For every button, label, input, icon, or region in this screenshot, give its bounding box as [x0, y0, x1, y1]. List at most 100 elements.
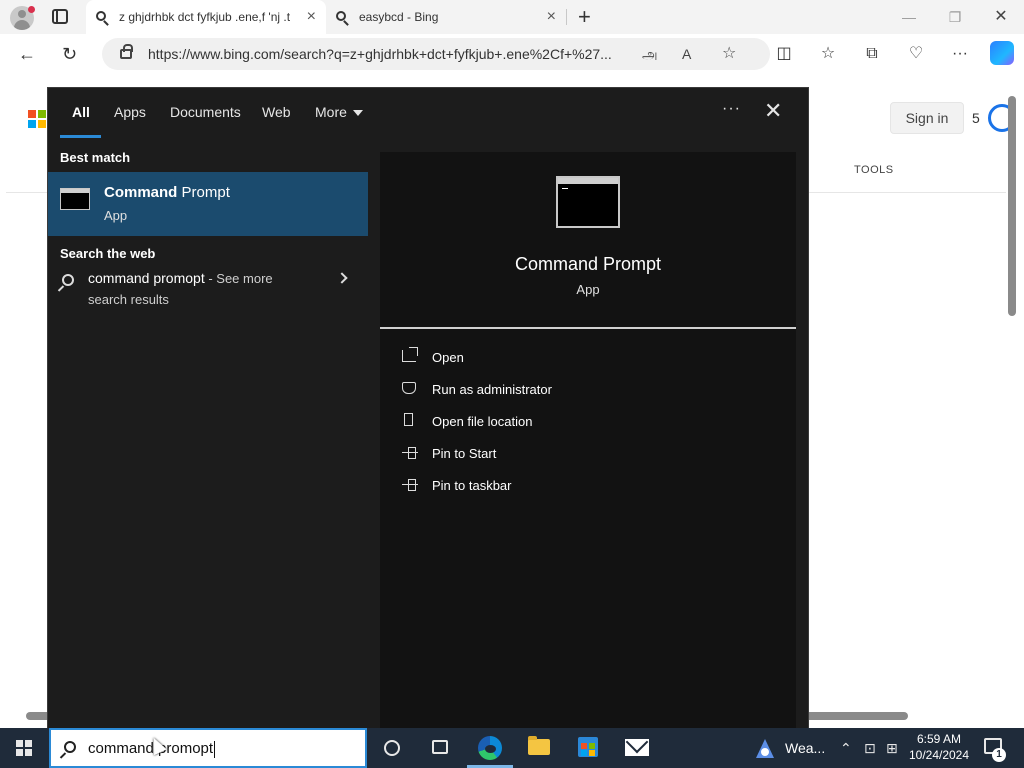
filter-all[interactable]: All: [72, 104, 90, 120]
tab-close-button[interactable]: ×: [547, 0, 556, 34]
action-label: Pin to taskbar: [432, 478, 512, 493]
taskbar-clock[interactable]: 6:59 AM 10/24/2024: [902, 731, 976, 763]
microsoft-store-icon[interactable]: [578, 737, 598, 757]
action-pin-to-taskbar[interactable]: Pin to taskbar: [400, 474, 780, 498]
copilot-icon[interactable]: [990, 41, 1014, 65]
restore-icon[interactable]: ❐: [932, 0, 978, 34]
more-options-icon[interactable]: ···: [722, 100, 741, 118]
web-search-result[interactable]: command promopt - See more search result…: [48, 268, 368, 318]
address-bar-row: ← ↻ https://www.bing.com/search?q=z+ghjd…: [0, 34, 1024, 74]
translate-icon[interactable]: அ: [642, 38, 658, 70]
action-label: Open: [432, 350, 464, 365]
filter-documents[interactable]: Documents: [170, 104, 241, 120]
open-icon: [402, 347, 418, 362]
settings-more-icon[interactable]: ···: [948, 42, 972, 66]
file-icon: [404, 413, 413, 426]
lock-icon[interactable]: [120, 44, 133, 59]
search-icon: [62, 274, 74, 286]
command-prompt-large-icon: [556, 176, 620, 228]
profile-notification-dot: [28, 6, 35, 13]
sign-in-button[interactable]: Sign in: [890, 102, 964, 134]
task-view-icon[interactable]: [432, 740, 448, 754]
clock-time: 6:59 AM: [916, 732, 962, 746]
edge-browser-icon[interactable]: [478, 736, 502, 760]
favorite-star-icon[interactable]: ☆: [722, 38, 736, 70]
windows-search-panel: All Apps Documents Web More ··· ✕ Best m…: [48, 88, 808, 728]
windows-start-icon[interactable]: [16, 740, 32, 756]
chevron-right-icon[interactable]: [336, 272, 348, 284]
scrollbar-thumb[interactable]: [1008, 96, 1016, 316]
shield-icon: [402, 382, 416, 394]
collections-icon[interactable]: ⧉: [860, 42, 884, 66]
close-window-icon[interactable]: ✕: [978, 0, 1024, 34]
network-icon[interactable]: ⊡: [864, 738, 876, 758]
taskbar-search-input[interactable]: command promopt: [49, 728, 367, 768]
command-prompt-icon: [60, 188, 90, 210]
divider: [380, 327, 796, 329]
search-icon: [64, 741, 76, 753]
rewards-points: 5: [972, 110, 980, 126]
search-icon: [336, 11, 346, 21]
file-explorer-icon[interactable]: [528, 736, 550, 755]
tab-inactive[interactable]: easybcd - Bing ×: [326, 0, 566, 34]
search-icon: [96, 11, 106, 21]
vertical-scrollbar[interactable]: [1006, 82, 1018, 702]
web-query: command promopt - See more: [88, 270, 273, 286]
action-run-as-admin[interactable]: Run as administrator: [400, 378, 780, 402]
chevron-down-icon: [352, 110, 363, 117]
tools-tab[interactable]: TOOLS: [854, 164, 894, 176]
clock-date: 10/24/2024: [908, 748, 970, 762]
best-match-command-prompt[interactable]: Command Prompt App: [48, 172, 368, 236]
microsoft-logo-icon: [28, 110, 46, 128]
best-match-subtitle: App: [104, 208, 128, 223]
filter-apps[interactable]: Apps: [114, 104, 146, 120]
split-screen-icon[interactable]: ◫: [772, 42, 796, 66]
url-text[interactable]: https://www.bing.com/search?q=z+ghjdrhbk…: [148, 38, 628, 70]
favorites-icon[interactable]: ☆: [816, 42, 840, 66]
result-detail-pane: Command Prompt App Open Run as administr…: [380, 152, 796, 728]
weather-icon[interactable]: [754, 738, 776, 760]
best-match-header: Best match: [60, 150, 131, 165]
show-hidden-icons-icon[interactable]: ⌃: [840, 738, 852, 758]
back-arrow-icon[interactable]: ←: [18, 42, 36, 66]
mail-icon[interactable]: [625, 739, 649, 756]
refresh-icon[interactable]: ↻: [62, 42, 77, 66]
cortana-icon[interactable]: [384, 740, 400, 756]
new-tab-button[interactable]: +: [578, 2, 591, 32]
tab-separator: [566, 9, 567, 25]
close-panel-icon[interactable]: ✕: [764, 98, 782, 124]
tab-active[interactable]: z ghjdrhbk dct fyfkjub .ene,f 'nj .t ×: [86, 0, 326, 34]
best-match-title: Command Prompt: [104, 184, 230, 201]
action-label: Pin to Start: [432, 446, 497, 461]
results-list: Best match Command Prompt App Search the…: [48, 140, 368, 728]
browser-essentials-icon[interactable]: ♡: [904, 42, 928, 66]
filter-more-label: More: [315, 104, 347, 120]
action-pin-to-start[interactable]: Pin to Start: [400, 442, 780, 466]
text-cursor: [214, 740, 216, 758]
tab-title: z ghjdrhbk dct fyfkjub .ene,f 'nj .t: [119, 10, 291, 24]
tab-title: easybcd - Bing: [359, 10, 439, 24]
tab-close-button[interactable]: ×: [307, 0, 316, 34]
tab-actions-icon[interactable]: [52, 9, 68, 24]
read-aloud-icon[interactable]: A: [682, 38, 691, 70]
detail-title: Command Prompt: [514, 254, 662, 274]
pin-icon: [402, 447, 418, 459]
filter-more[interactable]: More: [315, 104, 363, 120]
web-query-line2: search results: [88, 292, 169, 307]
search-filter-tabs: All Apps Documents Web More ··· ✕: [48, 88, 808, 140]
filter-web[interactable]: Web: [262, 104, 291, 120]
active-filter-indicator: [60, 135, 101, 138]
browser-tab-bar: z ghjdrhbk dct fyfkjub .ene,f 'nj .t × e…: [0, 0, 1024, 34]
detail-subtitle: App: [576, 282, 600, 297]
action-label: Open file location: [432, 414, 533, 429]
minimize-icon[interactable]: —: [886, 0, 932, 34]
notification-count-badge: 1: [992, 748, 1006, 762]
action-open-file-location[interactable]: Open file location: [400, 410, 780, 434]
pin-icon: [402, 479, 418, 491]
search-web-header: Search the web: [60, 246, 156, 261]
weather-label[interactable]: Wea...: [785, 740, 825, 756]
action-label: Run as administrator: [432, 382, 552, 397]
action-open[interactable]: Open: [400, 346, 780, 370]
url-box[interactable]: https://www.bing.com/search?q=z+ghjdrhbk…: [102, 38, 770, 70]
volume-icon[interactable]: ⊞: [886, 738, 898, 758]
